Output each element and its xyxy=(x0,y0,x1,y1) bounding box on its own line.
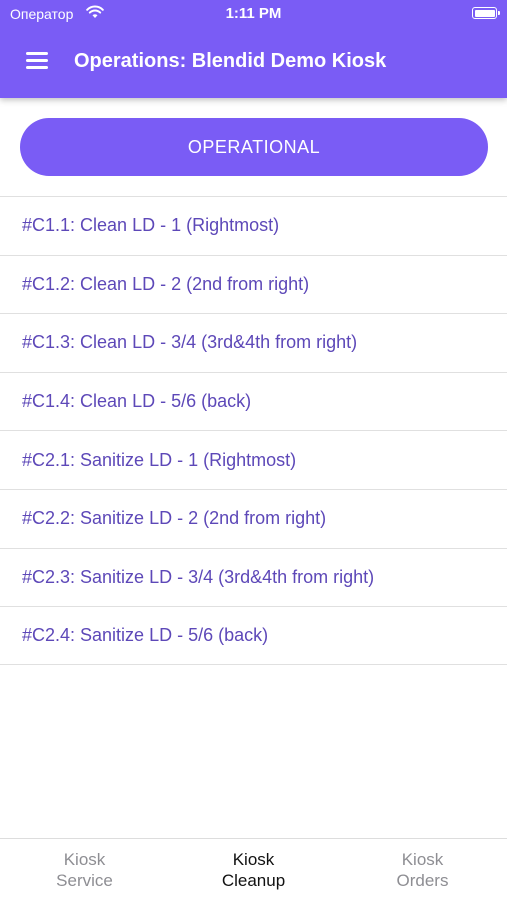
tab-label-line1: Kiosk xyxy=(401,849,444,869)
tab-label-line2: Service xyxy=(56,870,113,890)
hamburger-menu-icon[interactable] xyxy=(26,52,48,70)
task-label: #C1.1: Clean LD - 1 (Rightmost) xyxy=(22,215,280,236)
task-label: #C2.1: Sanitize LD - 1 (Rightmost) xyxy=(22,449,297,470)
status-bar: Оператор 1:11 PM xyxy=(0,0,507,30)
task-list-item[interactable]: #C2.4: Sanitize LD - 5/6 (back) xyxy=(0,606,507,665)
clock: 1:11 PM xyxy=(225,5,282,22)
task-label: #C2.3: Sanitize LD - 3/4 (3rd&4th from r… xyxy=(22,566,375,587)
task-list-item[interactable]: #C1.3: Clean LD - 3/4 (3rd&4th from righ… xyxy=(0,313,507,372)
tab-label-line2: Cleanup xyxy=(221,870,286,890)
task-label: #C2.4: Sanitize LD - 5/6 (back) xyxy=(22,624,269,645)
task-label: #C1.3: Clean LD - 3/4 (3rd&4th from righ… xyxy=(22,332,358,353)
task-label: #C1.4: Clean LD - 5/6 (back) xyxy=(22,391,252,412)
task-list-item[interactable]: #C2.3: Sanitize LD - 3/4 (3rd&4th from r… xyxy=(0,547,507,607)
task-list-item[interactable]: #C2.2: Sanitize LD - 2 (2nd from right) xyxy=(0,488,507,548)
tab-label-line1: Kiosk xyxy=(63,849,106,869)
tab-orders[interactable]: Kiosk Orders xyxy=(338,839,507,900)
cleanup-task-list: #C1.1: Clean LD - 1 (Rightmost) #C1.2: Cl… xyxy=(0,196,507,665)
task-label: #C1.2: Clean LD - 2 (2nd from right) xyxy=(22,273,310,294)
task-list-item[interactable]: #C2.1: Sanitize LD - 1 (Rightmost) xyxy=(0,430,507,489)
app-header: Оператор 1:11 PM Operations: Blendid Dem… xyxy=(0,0,507,98)
task-list-item[interactable]: #C1.1: Clean LD - 1 (Rightmost) xyxy=(0,196,507,255)
task-list-item[interactable]: #C1.4: Clean LD - 5/6 (back) xyxy=(0,371,507,431)
operational-status-button[interactable]: OPERATIONAL xyxy=(20,118,488,176)
tab-label-line1: Kiosk xyxy=(232,849,275,869)
tab-service[interactable]: Kiosk Service xyxy=(0,839,169,900)
task-label: #C2.2: Sanitize LD - 2 (2nd from right) xyxy=(22,508,327,529)
tab-label-line2: Orders xyxy=(396,870,449,890)
bottom-tab-bar: Kiosk Service Kiosk Cleanup Kiosk Orders xyxy=(0,838,507,900)
battery-icon xyxy=(472,7,500,19)
tab-cleanup[interactable]: Kiosk Cleanup xyxy=(169,839,338,900)
page-title: Operations: Blendid Demo Kiosk xyxy=(74,50,387,72)
task-list-item[interactable]: #C1.2: Clean LD - 2 (2nd from right) xyxy=(0,254,507,314)
